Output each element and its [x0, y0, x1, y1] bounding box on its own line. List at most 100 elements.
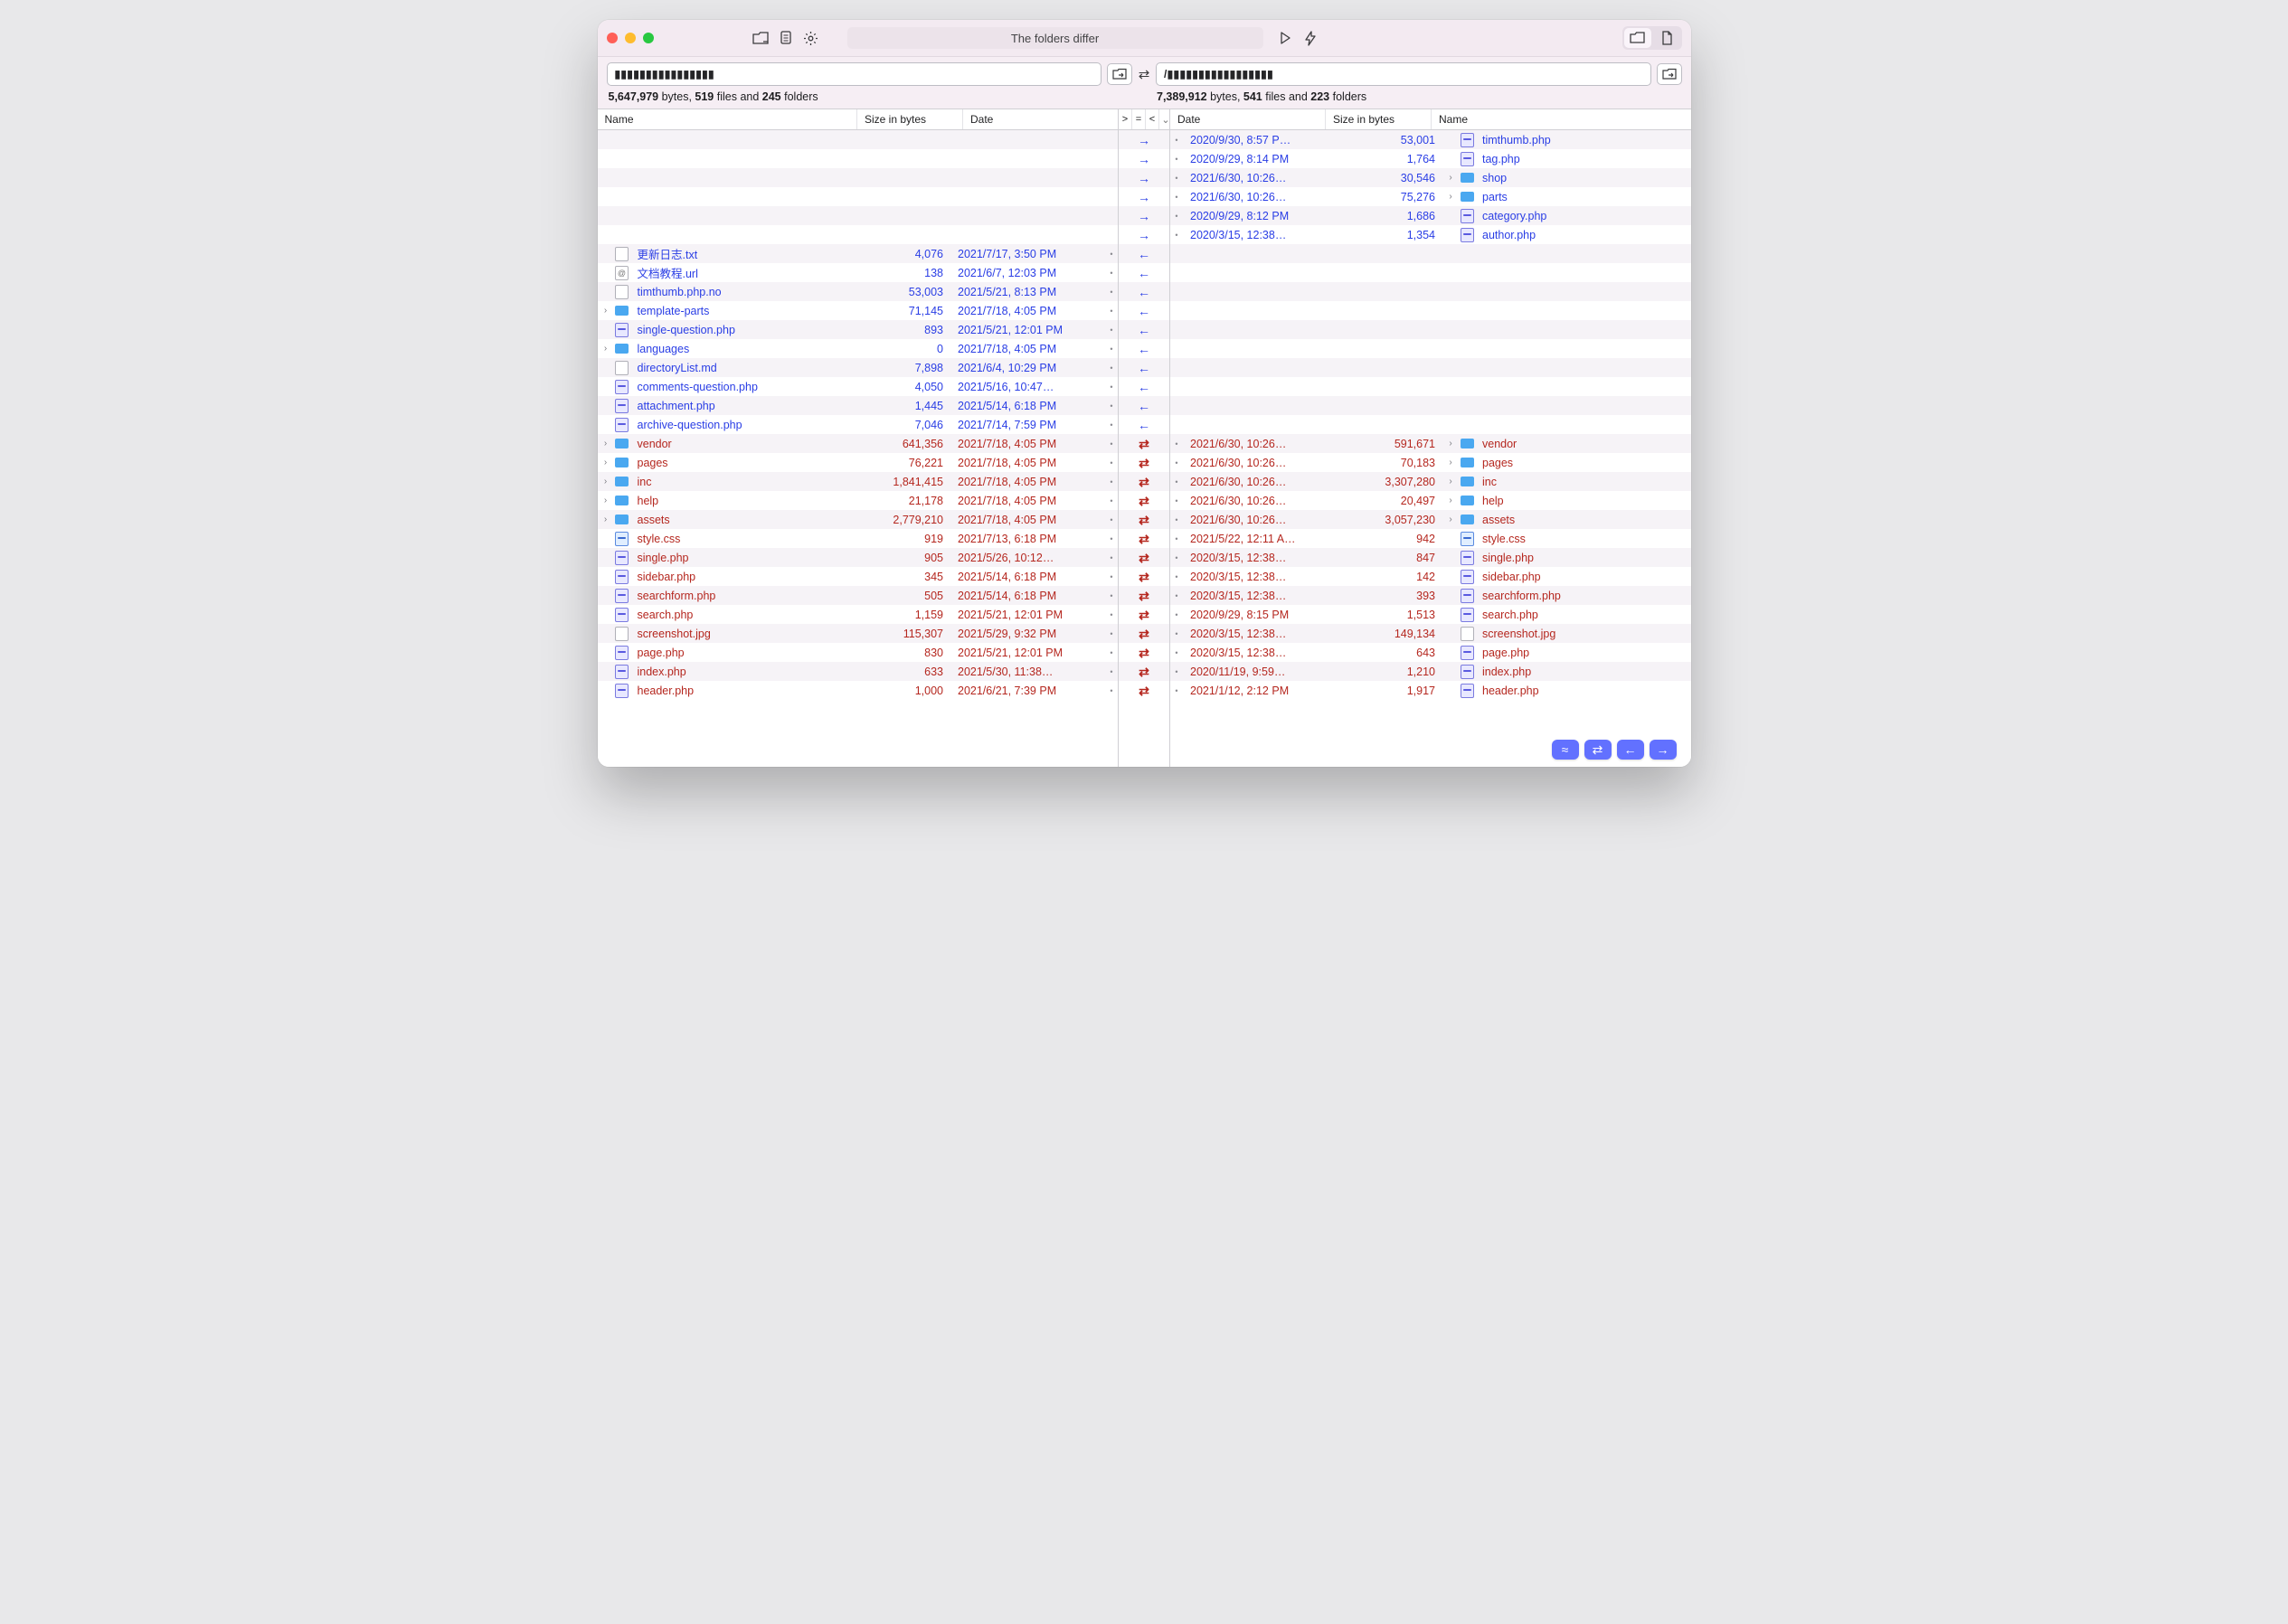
table-row[interactable]: •2021/6/30, 10:26…75,276›parts: [1170, 187, 1691, 206]
diff-indicator-row[interactable]: →: [1119, 206, 1169, 225]
col-lt[interactable]: <: [1146, 109, 1159, 129]
col-size[interactable]: Size in bytes: [857, 109, 963, 129]
folder-view-button[interactable]: [1624, 28, 1651, 48]
table-row[interactable]: ›assets2,779,2102021/7/18, 4:05 PM•: [598, 510, 1119, 529]
left-column-headers[interactable]: Name Size in bytes Date: [598, 109, 1119, 130]
quick-action-button[interactable]: [1301, 29, 1319, 47]
table-row[interactable]: [1170, 339, 1691, 358]
table-row[interactable]: •2021/6/30, 10:26…20,497›help: [1170, 491, 1691, 510]
table-row[interactable]: •2021/6/30, 10:26…3,057,230›assets: [1170, 510, 1691, 529]
diff-indicator-row[interactable]: ←: [1119, 244, 1169, 263]
disclosure-triangle[interactable]: ›: [1442, 192, 1459, 202]
table-row[interactable]: •2021/6/30, 10:26…591,671›vendor: [1170, 434, 1691, 453]
table-row[interactable]: •2020/3/15, 12:38…847single.php: [1170, 548, 1691, 567]
table-row[interactable]: [1170, 415, 1691, 434]
diff-indicator-row[interactable]: ⇄: [1119, 681, 1169, 700]
close-window-button[interactable]: [607, 33, 618, 43]
table-row[interactable]: •2020/9/29, 8:15 PM1,513search.php: [1170, 605, 1691, 624]
table-row[interactable]: •2020/3/15, 12:38…149,134screenshot.jpg: [1170, 624, 1691, 643]
table-row[interactable]: page.php8302021/5/21, 12:01 PM•: [598, 643, 1119, 662]
table-row[interactable]: [598, 168, 1119, 187]
table-row[interactable]: [1170, 301, 1691, 320]
table-row[interactable]: ›template-parts71,1452021/7/18, 4:05 PM•: [598, 301, 1119, 320]
table-row[interactable]: [598, 206, 1119, 225]
table-row[interactable]: •2020/3/15, 12:38…643page.php: [1170, 643, 1691, 662]
diff-indicator-row[interactable]: ⇄: [1119, 624, 1169, 643]
filter-different-button[interactable]: ⇄: [1584, 740, 1612, 760]
table-row[interactable]: [1170, 282, 1691, 301]
table-row[interactable]: attachment.php1,4452021/5/14, 6:18 PM•: [598, 396, 1119, 415]
table-row[interactable]: [598, 187, 1119, 206]
table-row[interactable]: •2020/3/15, 12:38…142sidebar.php: [1170, 567, 1691, 586]
table-row[interactable]: single.php9052021/5/26, 10:12…•: [598, 548, 1119, 567]
diff-indicator-row[interactable]: →: [1119, 187, 1169, 206]
disclosure-triangle[interactable]: ›: [598, 306, 614, 316]
col-date-r[interactable]: Date: [1170, 109, 1326, 129]
table-row[interactable]: sidebar.php3452021/5/14, 6:18 PM•: [598, 567, 1119, 586]
table-row[interactable]: archive-question.php7,0462021/7/14, 7:59…: [598, 415, 1119, 434]
diff-indicator-row[interactable]: ←: [1119, 339, 1169, 358]
center-column-headers[interactable]: > = < ⌄: [1119, 109, 1169, 130]
disclosure-triangle[interactable]: ›: [1442, 515, 1459, 524]
table-row[interactable]: comments-question.php4,0502021/5/16, 10:…: [598, 377, 1119, 396]
right-column-headers[interactable]: Date Size in bytes Name: [1170, 109, 1691, 130]
diff-indicator-row[interactable]: →: [1119, 130, 1169, 149]
left-rows[interactable]: 更新日志.txt4,0762021/7/17, 3:50 PM•文档教程.url…: [598, 130, 1119, 767]
table-row[interactable]: single-question.php8932021/5/21, 12:01 P…: [598, 320, 1119, 339]
diff-indicator-row[interactable]: ←: [1119, 415, 1169, 434]
table-row[interactable]: 更新日志.txt4,0762021/7/17, 3:50 PM•: [598, 244, 1119, 263]
col-eq[interactable]: =: [1132, 109, 1146, 129]
disclosure-triangle[interactable]: ›: [1442, 496, 1459, 505]
diff-indicator-row[interactable]: ←: [1119, 282, 1169, 301]
copy-left-button[interactable]: ←: [1617, 740, 1644, 760]
table-row[interactable]: header.php1,0002021/6/21, 7:39 PM•: [598, 681, 1119, 700]
left-path-picker-button[interactable]: [1107, 63, 1132, 85]
disclosure-triangle[interactable]: ›: [1442, 458, 1459, 467]
view-mode-toggle[interactable]: [1622, 26, 1682, 50]
swap-sides-button[interactable]: ⇄: [1132, 66, 1156, 82]
table-row[interactable]: [1170, 263, 1691, 282]
table-row[interactable]: [598, 225, 1119, 244]
settings-button[interactable]: [802, 29, 820, 47]
col-date[interactable]: Date: [963, 109, 1118, 129]
diff-indicator-row[interactable]: ⇄: [1119, 453, 1169, 472]
table-row[interactable]: 文档教程.url1382021/6/7, 12:03 PM•: [598, 263, 1119, 282]
table-row[interactable]: searchform.php5052021/5/14, 6:18 PM•: [598, 586, 1119, 605]
table-row[interactable]: [1170, 244, 1691, 263]
diff-indicator-row[interactable]: ⇄: [1119, 586, 1169, 605]
disclosure-triangle[interactable]: ›: [598, 458, 614, 467]
table-row[interactable]: •2020/11/19, 9:59…1,210index.php: [1170, 662, 1691, 681]
table-row[interactable]: [1170, 396, 1691, 415]
diff-indicator-row[interactable]: →: [1119, 225, 1169, 244]
remove-folder-button[interactable]: [752, 29, 770, 47]
disclosure-triangle[interactable]: ›: [598, 477, 614, 486]
diff-indicator-row[interactable]: ⇄: [1119, 605, 1169, 624]
filter-similar-button[interactable]: ≈: [1552, 740, 1579, 760]
diff-indicator-row[interactable]: ⇄: [1119, 491, 1169, 510]
table-row[interactable]: [598, 149, 1119, 168]
diff-indicator-row[interactable]: ⇄: [1119, 472, 1169, 491]
table-row[interactable]: ›help21,1782021/7/18, 4:05 PM•: [598, 491, 1119, 510]
run-button[interactable]: [1276, 29, 1294, 47]
col-size-r[interactable]: Size in bytes: [1326, 109, 1432, 129]
right-path-field[interactable]: /▮▮▮▮▮▮▮▮▮▮▮▮▮▮▮▮▮: [1156, 62, 1651, 86]
diff-indicator-row[interactable]: ⇄: [1119, 529, 1169, 548]
minimize-window-button[interactable]: [625, 33, 636, 43]
zoom-window-button[interactable]: [643, 33, 654, 43]
table-row[interactable]: [1170, 320, 1691, 339]
table-row[interactable]: •2021/5/22, 12:11 A…942style.css: [1170, 529, 1691, 548]
diff-indicator-row[interactable]: ←: [1119, 377, 1169, 396]
col-name[interactable]: Name: [598, 109, 858, 129]
disclosure-triangle[interactable]: ›: [598, 515, 614, 524]
diff-indicator-row[interactable]: ←: [1119, 263, 1169, 282]
diff-indicator-row[interactable]: →: [1119, 149, 1169, 168]
disclosure-triangle[interactable]: ›: [1442, 477, 1459, 486]
table-row[interactable]: •2021/1/12, 2:12 PM1,917header.php: [1170, 681, 1691, 700]
left-path-field[interactable]: ▮▮▮▮▮▮▮▮▮▮▮▮▮▮▮▮: [607, 62, 1102, 86]
table-row[interactable]: •2020/9/30, 8:57 P…53,001timthumb.php: [1170, 130, 1691, 149]
table-row[interactable]: ›pages76,2212021/7/18, 4:05 PM•: [598, 453, 1119, 472]
right-rows[interactable]: •2020/9/30, 8:57 P…53,001timthumb.php •20…: [1170, 130, 1691, 767]
table-row[interactable]: style.css9192021/7/13, 6:18 PM•: [598, 529, 1119, 548]
table-row[interactable]: •2021/6/30, 10:26…70,183›pages: [1170, 453, 1691, 472]
copy-right-button[interactable]: →: [1650, 740, 1677, 760]
